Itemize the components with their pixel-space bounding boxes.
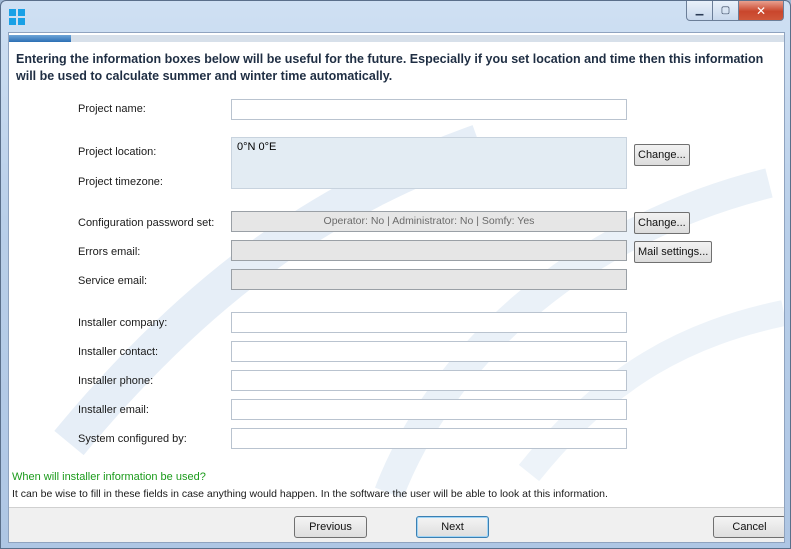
- intro-text: Entering the information boxes below wil…: [16, 52, 764, 83]
- project-name-label: Project name:: [78, 103, 146, 115]
- change-location-button[interactable]: Change...: [634, 144, 690, 166]
- installer-contact-label: Installer contact:: [78, 346, 159, 358]
- errors-email-label: Errors email:: [78, 246, 141, 258]
- app-icon: [9, 9, 25, 25]
- config-password-label: Configuration password set:: [78, 217, 215, 229]
- next-button[interactable]: Next: [416, 516, 489, 538]
- service-email-input[interactable]: [231, 269, 627, 290]
- change-password-button[interactable]: Change...: [634, 212, 690, 234]
- project-location-field: 0°N 0°E: [231, 137, 627, 189]
- wizard-content: Entering the information boxes below wil…: [8, 32, 785, 543]
- close-button[interactable]: ✕: [739, 1, 784, 21]
- progress-bar-fill: [9, 35, 71, 42]
- info-text: It can be wise to fill in these fields i…: [12, 488, 608, 500]
- previous-button[interactable]: Previous: [294, 516, 367, 538]
- project-location-value: 0°N 0°E: [237, 141, 277, 153]
- title-bar: ▁ ▢ ✕: [1, 1, 790, 31]
- service-email-label: Service email:: [78, 275, 148, 287]
- info-title: When will installer information be used?: [12, 471, 206, 483]
- installer-company-label: Installer company:: [78, 317, 168, 329]
- system-configured-by-label: System configured by:: [78, 433, 187, 445]
- maximize-button[interactable]: ▢: [713, 1, 739, 21]
- progress-bar: [9, 35, 784, 42]
- installer-email-input[interactable]: [231, 399, 627, 420]
- installer-email-label: Installer email:: [78, 404, 149, 416]
- wizard-window: ▁ ▢ ✕ Entering the information boxes bel…: [0, 0, 791, 549]
- project-name-input[interactable]: [231, 99, 627, 120]
- window-controls: ▁ ▢ ✕: [686, 1, 784, 21]
- mail-settings-button[interactable]: Mail settings...: [634, 241, 713, 263]
- project-timezone-label: Project timezone:: [78, 176, 163, 188]
- system-configured-by-input[interactable]: [231, 428, 627, 449]
- wizard-footer: Previous Next Cancel: [9, 507, 784, 542]
- installer-phone-input[interactable]: [231, 370, 627, 391]
- config-password-status: Operator: No | Administrator: No | Somfy…: [231, 211, 627, 232]
- installer-company-input[interactable]: [231, 312, 627, 333]
- project-location-label: Project location:: [78, 146, 157, 158]
- cancel-button[interactable]: Cancel: [713, 516, 784, 538]
- installer-contact-input[interactable]: [231, 341, 627, 362]
- errors-email-input[interactable]: [231, 240, 627, 261]
- installer-phone-label: Installer phone:: [78, 375, 154, 387]
- minimize-button[interactable]: ▁: [686, 1, 713, 21]
